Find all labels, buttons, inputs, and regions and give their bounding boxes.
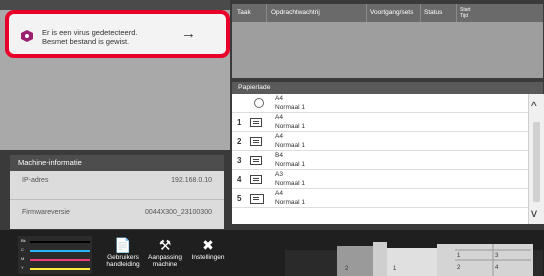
divider <box>10 199 224 200</box>
col-start-time: Start Tijd <box>460 7 471 19</box>
notification-line2: Besmet bestand is gewist. <box>42 37 130 46</box>
virus-notification[interactable]: Er is een virus gedetecteerd. Besmet bes… <box>5 10 230 58</box>
home-panel: Er is een virus gedetecteerd. Besmet bes… <box>0 0 230 150</box>
tray-number: 3 <box>237 156 242 165</box>
col-status: Status <box>424 9 443 16</box>
tray-type: Normaal 1 <box>275 142 305 149</box>
paper-tray-title: Papierlade <box>232 82 543 94</box>
tray-size: A3 <box>275 171 283 178</box>
manual-icon: 📄 <box>114 237 132 253</box>
tray-type: Normaal 1 <box>275 161 305 168</box>
paper-tray-list[interactable]: A4 Normaal 1 1 A4 Normaal 1 2 A4 Normaal… <box>232 94 528 224</box>
settings-icon: ✖ <box>202 237 214 253</box>
tray-row-bypass[interactable]: A4 Normaal 1 <box>232 94 528 113</box>
scroll-up-icon[interactable]: ^ <box>531 99 537 113</box>
col-separator <box>266 4 267 22</box>
toner-label-m: M <box>21 256 25 261</box>
tray-size: B4 <box>275 152 283 159</box>
tray-type: Normaal 1 <box>275 199 305 206</box>
scroll-down-icon[interactable]: v <box>531 206 537 220</box>
toner-label-bk: Bk <box>21 238 26 243</box>
nav-label-line1: Instellingen <box>191 254 225 261</box>
tray-size: A4 <box>275 114 283 121</box>
paper-tray-icon <box>250 156 262 165</box>
firmware-row: Firmwareversie 0044X300_23100300 <box>10 203 224 223</box>
job-queue-header: Taak Opdrachtwachtrij Voortgang/sets Sta… <box>232 4 543 22</box>
ip-row: IP-adres 192.168.0.10 <box>10 171 224 191</box>
paper-tray-icon <box>250 175 262 184</box>
toner-bar-bk <box>30 241 90 243</box>
firmware-label: Firmwareversie <box>22 209 70 216</box>
bypass-tray-icon <box>254 98 264 108</box>
tray-row-5[interactable]: 5 A4 Normaal 1 <box>232 189 528 208</box>
toner-bar-m <box>30 259 90 261</box>
tray-size: A4 <box>275 190 283 197</box>
tray-row-2[interactable]: 2 A4 Normaal 1 <box>232 132 528 151</box>
job-queue-panel[interactable]: Taak Opdrachtwachtrij Voortgang/sets Sta… <box>232 4 543 78</box>
toner-label-c: C <box>21 247 24 252</box>
tray-row-1[interactable]: 1 A4 Normaal 1 <box>232 113 528 132</box>
tray-number: 1 <box>237 118 242 127</box>
notification-text: Er is een virus gedetecteerd. Besmet bes… <box>42 28 137 46</box>
toner-label-y: Y <box>21 265 24 270</box>
scroll-thumb[interactable] <box>533 122 540 202</box>
adjust-icon: ⚒ <box>158 237 172 253</box>
tray-type: Normaal 1 <box>275 180 305 187</box>
arrow-right-icon[interactable]: → <box>181 25 196 42</box>
col-progress: Voortgang/sets <box>370 9 414 16</box>
tray-type: Normaal 1 <box>275 123 305 130</box>
tray-size: A4 <box>275 95 283 102</box>
tray-scrollbar[interactable]: ^ v <box>528 94 544 224</box>
large-tray-icon <box>250 194 264 204</box>
ip-value: 192.168.0.10 <box>171 177 212 184</box>
paper-tray-icon <box>250 137 262 146</box>
col-queue: Opdrachtwachtrij <box>271 9 320 16</box>
toner-bar-y <box>30 268 90 270</box>
settings-button[interactable]: ✖ Instellingen <box>188 236 228 274</box>
nav-label-line2: handleiding <box>106 261 140 268</box>
notification-line1: Er is een virus gedetecteerd. <box>42 28 138 37</box>
nav-label-line2: machine <box>152 261 178 268</box>
ip-label: IP-adres <box>22 177 49 184</box>
toner-bar-c <box>30 250 90 252</box>
tray-row-3[interactable]: 3 B4 Normaal 1 <box>232 151 528 170</box>
virus-warning-icon <box>21 30 33 42</box>
tray-type: Normaal 1 <box>275 104 305 111</box>
top-strip <box>0 0 230 10</box>
paper-tray-icon <box>250 118 262 127</box>
user-manual-button[interactable]: 📄 Gebruikers handleiding <box>103 236 143 274</box>
tray-row-4[interactable]: 4 A3 Normaal 1 <box>232 170 528 189</box>
col-separator <box>420 4 421 22</box>
machine-status-graphic[interactable]: 2 1 1 3 2 4 <box>285 240 543 276</box>
col-separator <box>456 4 457 22</box>
tray-size: A4 <box>275 133 283 140</box>
col-job: Taak <box>237 9 251 16</box>
toner-levels: Bk C M Y <box>18 236 92 274</box>
nav-label-line1: Gebruikers <box>107 254 139 261</box>
machine-adjust-button[interactable]: ⚒ Aanpassing machine <box>145 236 185 274</box>
col-separator <box>366 4 367 22</box>
firmware-value: 0044X300_23100300 <box>145 209 212 216</box>
machine-info-title: Machine-informatie <box>10 155 224 171</box>
nav-label-line1: Aanpassing <box>148 254 182 261</box>
machine-info-panel: IP-adres 192.168.0.10 Firmwareversie 004… <box>10 171 224 229</box>
tray-number: 4 <box>237 175 242 184</box>
tray-number: 2 <box>237 137 242 146</box>
tray-number: 5 <box>237 194 242 203</box>
